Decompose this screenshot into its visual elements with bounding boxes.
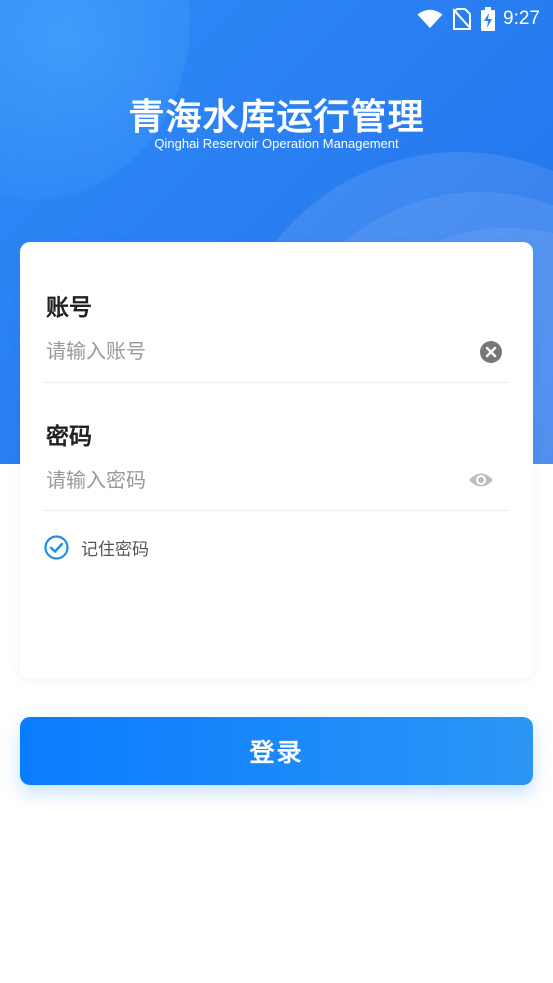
battery-charging-icon	[481, 7, 496, 31]
app-subtitle: Qinghai Reservoir Operation Management	[154, 136, 399, 151]
account-divider	[44, 382, 509, 383]
account-input[interactable]	[46, 334, 446, 368]
wifi-icon	[417, 9, 443, 29]
no-sim-icon	[453, 8, 472, 30]
password-input[interactable]	[46, 463, 446, 497]
login-button[interactable]: 登录	[20, 717, 533, 785]
login-card: 账号 密码 记	[20, 242, 533, 678]
password-label: 密码	[46, 424, 92, 450]
status-time: 9:27	[503, 8, 540, 29]
app-title: 青海水库运行管理	[128, 97, 425, 138]
remember-password-checkbox[interactable]: 记住密码	[44, 535, 149, 560]
eye-icon[interactable]	[467, 468, 495, 492]
account-label: 账号	[46, 295, 92, 321]
login-screen: 9:27 青海水库运行管理 Qinghai Reservoir Operatio…	[0, 0, 553, 983]
remember-password-label: 记住密码	[81, 540, 149, 560]
status-bar: 9:27	[0, 0, 553, 38]
check-circle-icon	[44, 535, 69, 560]
clear-circle-icon[interactable]	[479, 340, 503, 364]
password-divider	[44, 510, 509, 511]
